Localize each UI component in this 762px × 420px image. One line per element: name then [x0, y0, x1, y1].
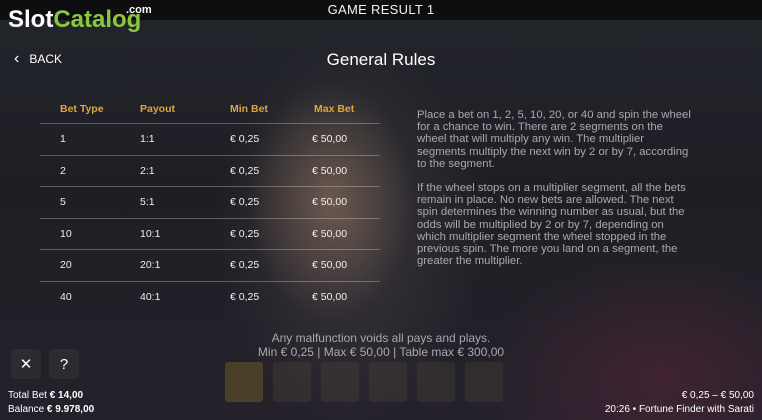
cell-max-bet: € 50,00 — [312, 196, 348, 209]
slotcatalog-logo: SlotCatalog .com — [8, 4, 152, 40]
rules-paragraph: Place a bet on 1, 2, 5, 10, 20, or 40 an… — [417, 109, 691, 170]
column-header-min-bet: Min Bet — [230, 103, 268, 115]
column-header-max-bet: Max Bet — [314, 103, 355, 115]
rules-table: Bet Type Payout Min Bet Max Bet 1 1:1 € … — [40, 95, 380, 312]
column-header-bet-type: Bet Type — [60, 103, 104, 115]
table-row: 10 10:1 € 0,25 € 50,00 — [40, 217, 380, 250]
close-button[interactable]: ✕ — [11, 349, 41, 379]
table-row: 2 2:1 € 0,25 € 50,00 — [40, 154, 380, 187]
balance-value: € 9.978,00 — [46, 404, 95, 415]
table-limits-text: Min € 0,25 | Max € 50,00 | Table max € 3… — [257, 345, 505, 359]
background-bet-strip — [225, 362, 525, 402]
cell-payout: 1:1 — [140, 133, 155, 146]
balance-line: Balance € 9.978,00 — [8, 403, 94, 417]
total-bet-label: Total Bet — [8, 390, 47, 401]
cell-bet-type: 2 — [60, 164, 66, 177]
cell-max-bet: € 50,00 — [312, 133, 348, 146]
cell-bet-type: 20 — [60, 259, 72, 272]
page-title: General Rules — [326, 50, 436, 69]
help-icon: ? — [59, 355, 69, 373]
limits-note: Any malfunction voids all pays and plays… — [0, 331, 762, 359]
cell-min-bet: € 0,25 — [230, 133, 260, 146]
window-title: GAME RESULT 1 — [327, 2, 435, 17]
cell-min-bet: € 0,25 — [230, 196, 260, 209]
bet-balance-panel: Total Bet € 14,00 Balance € 9.978,00 — [8, 389, 94, 417]
background-chip — [417, 362, 455, 402]
cell-bet-type: 1 — [60, 133, 66, 146]
background-chip — [321, 362, 359, 402]
background-chip — [369, 362, 407, 402]
total-bet-line: Total Bet € 14,00 — [8, 389, 94, 403]
cell-min-bet: € 0,25 — [230, 290, 260, 303]
close-icon: ✕ — [19, 356, 33, 373]
cell-max-bet: € 50,00 — [312, 290, 348, 303]
rules-description: Place a bet on 1, 2, 5, 10, 20, or 40 an… — [417, 109, 692, 279]
total-bet-value: € 14,00 — [49, 390, 84, 401]
table-row: 5 5:1 € 0,25 € 50,00 — [40, 186, 380, 218]
cell-min-bet: € 0,25 — [230, 227, 260, 240]
logo-text-com: .com — [126, 4, 152, 16]
clock-and-game-name: 20:26 • Fortune Finder with Sarati — [604, 404, 754, 415]
table-row: 40 40:1 € 0,25 € 50,00 — [40, 280, 380, 313]
game-info-panel: € 0,25 – € 50,00 20:26 • Fortune Finder … — [605, 389, 754, 417]
balance-label: Balance — [8, 404, 45, 415]
logo-text-slot: Slot — [8, 6, 54, 33]
table-row: 20 20:1 € 0,25 € 50,00 — [40, 249, 380, 281]
background-chip — [273, 362, 311, 402]
malfunction-text: Any malfunction voids all pays and plays… — [271, 331, 491, 345]
cell-max-bet: € 50,00 — [312, 164, 348, 177]
cell-payout: 10:1 — [140, 227, 161, 240]
cell-min-bet: € 0,25 — [230, 259, 260, 272]
table-row: 1 1:1 € 0,25 € 50,00 — [40, 123, 380, 155]
cell-max-bet: € 50,00 — [312, 227, 348, 240]
cell-payout: 20:1 — [140, 259, 161, 272]
column-header-payout: Payout — [140, 103, 176, 115]
cell-payout: 40:1 — [140, 290, 161, 303]
table-header-row: Bet Type Payout Min Bet Max Bet — [40, 95, 380, 123]
background-chip — [465, 362, 503, 402]
help-button[interactable]: ? — [49, 349, 79, 379]
bet-range: € 0,25 – € 50,00 — [681, 390, 754, 401]
cell-payout: 5:1 — [140, 196, 155, 209]
cell-bet-type: 10 — [60, 227, 72, 240]
cell-max-bet: € 50,00 — [312, 259, 348, 272]
rules-paragraph: If the wheel stops on a multiplier segme… — [417, 182, 686, 268]
cell-min-bet: € 0,25 — [230, 164, 260, 177]
cell-bet-type: 5 — [60, 196, 66, 209]
cell-bet-type: 40 — [60, 290, 72, 303]
cell-payout: 2:1 — [140, 164, 155, 177]
background-chip — [225, 362, 263, 402]
